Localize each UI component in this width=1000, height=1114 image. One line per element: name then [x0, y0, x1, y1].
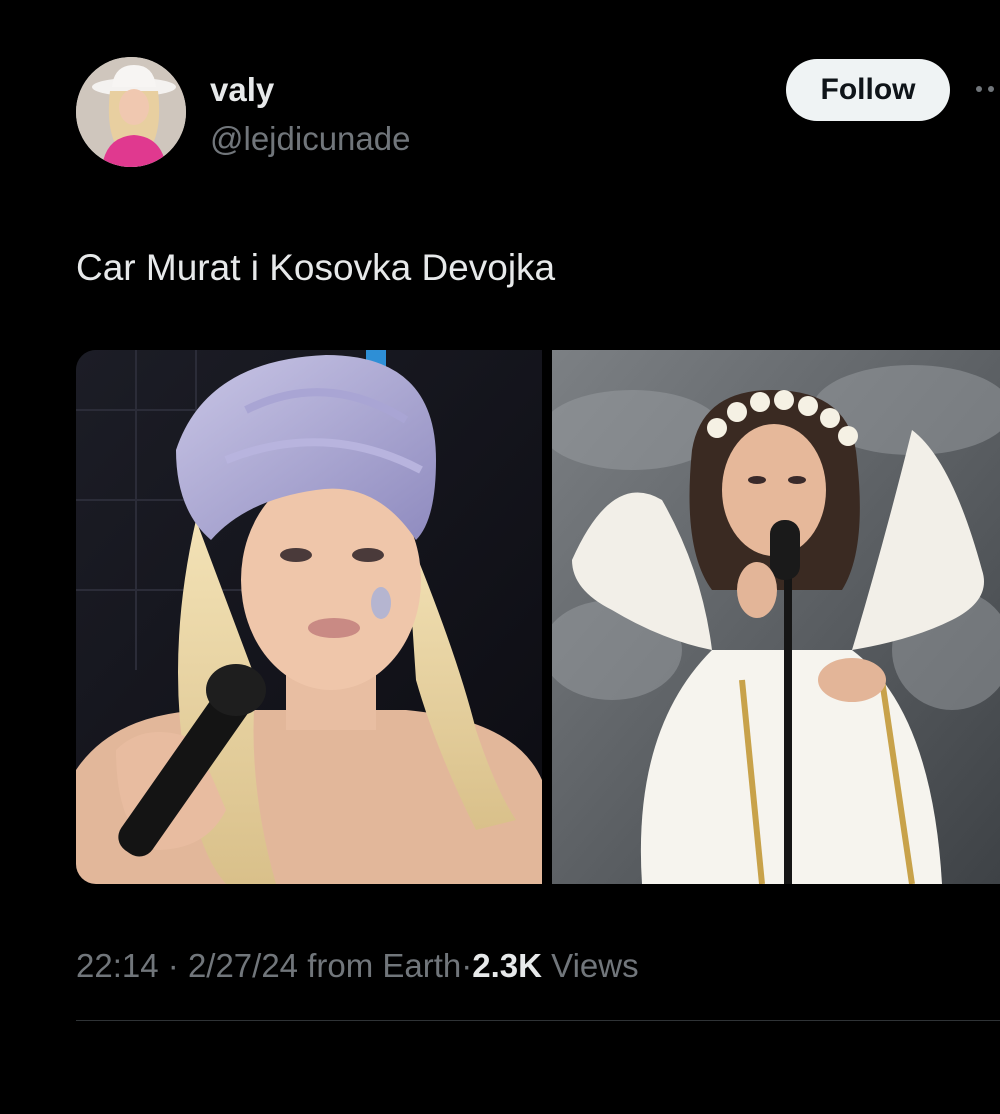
- views-count[interactable]: 2.3K: [472, 947, 542, 984]
- divider: [76, 1020, 1000, 1021]
- follow-button[interactable]: Follow: [786, 59, 950, 121]
- author-handle[interactable]: @lejdicunade: [210, 119, 410, 159]
- avatar[interactable]: [76, 57, 186, 167]
- tweet-meta: 22:14 · 2/27/24 from Earth·2.3K Views: [76, 945, 639, 987]
- author-display-name[interactable]: valy: [210, 70, 274, 110]
- meta-separator: ·: [461, 947, 473, 984]
- views-label: Views: [551, 947, 639, 984]
- tweet-time[interactable]: 22:14: [76, 947, 159, 984]
- tweet-date[interactable]: 2/27/24: [188, 947, 298, 984]
- meta-separator: ·: [167, 947, 179, 984]
- media-photo-left[interactable]: [76, 350, 542, 884]
- media-photo-right[interactable]: [552, 350, 1000, 884]
- more-options-icon[interactable]: [974, 83, 1000, 95]
- tweet-text: Car Murat i Kosovka Devojka: [76, 247, 556, 288]
- tweet-detail: valy @lejdicunade Follow Car Murat i Kos…: [0, 0, 1000, 1114]
- tweet-source: from Earth: [307, 947, 462, 984]
